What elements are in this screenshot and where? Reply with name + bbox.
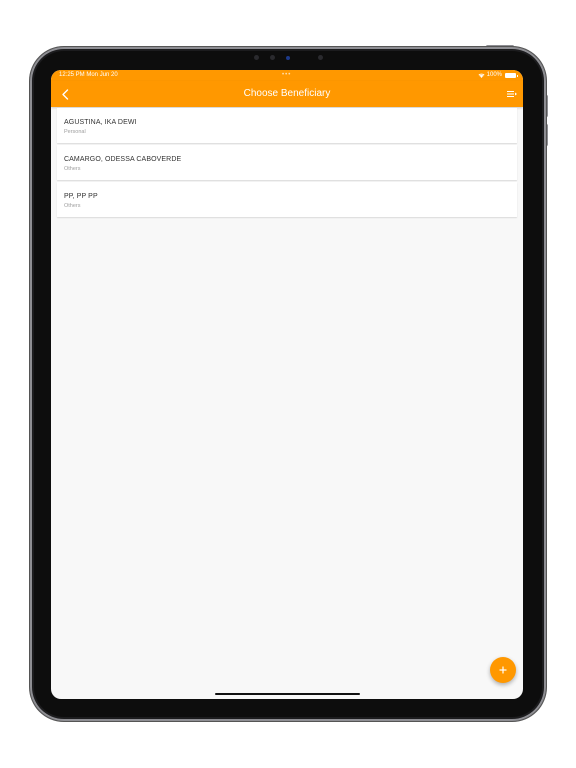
status-bar: 12:25 PM Mon Jun 20 ••• 100%	[51, 70, 523, 81]
app-bar: Choose Beneficiary	[51, 81, 523, 107]
camera-sensor	[254, 55, 259, 60]
battery-percent: 100%	[486, 72, 502, 78]
camera-lens	[286, 56, 290, 60]
beneficiary-name: PP, PP PP	[64, 193, 98, 200]
wifi-icon	[478, 73, 485, 78]
beneficiary-type: Personal	[64, 129, 86, 135]
page-title: Choose Beneficiary	[243, 88, 331, 99]
beneficiary-list-item[interactable]: AGUSTINA, IKA DEWI Personal	[57, 108, 517, 143]
beneficiary-type: Others	[64, 203, 81, 209]
home-indicator[interactable]	[215, 693, 360, 695]
beneficiary-list-item[interactable]: CAMARGO, ODESSA CABOVERDE Others	[57, 145, 517, 180]
beneficiary-list: AGUSTINA, IKA DEWI Personal CAMARGO, ODE…	[57, 108, 517, 219]
menu-button[interactable]	[504, 86, 520, 102]
camera-sensor	[318, 55, 323, 60]
battery-icon	[505, 73, 518, 78]
multitasking-dots[interactable]: •••	[282, 70, 291, 81]
beneficiary-name: CAMARGO, ODESSA CABOVERDE	[64, 156, 182, 163]
add-beneficiary-button[interactable]	[490, 657, 516, 683]
beneficiary-name: AGUSTINA, IKA DEWI	[64, 119, 137, 126]
app-screen: 12:25 PM Mon Jun 20 ••• 100% Choose Bene…	[51, 70, 523, 699]
plus-icon	[499, 666, 507, 674]
status-time: 12:25 PM Mon Jun 20	[59, 72, 118, 78]
beneficiary-type: Others	[64, 166, 81, 172]
camera-sensor	[270, 55, 275, 60]
menu-icon	[507, 91, 517, 97]
beneficiary-list-item[interactable]: PP, PP PP Others	[57, 182, 517, 217]
status-right-group: 100%	[478, 70, 518, 81]
